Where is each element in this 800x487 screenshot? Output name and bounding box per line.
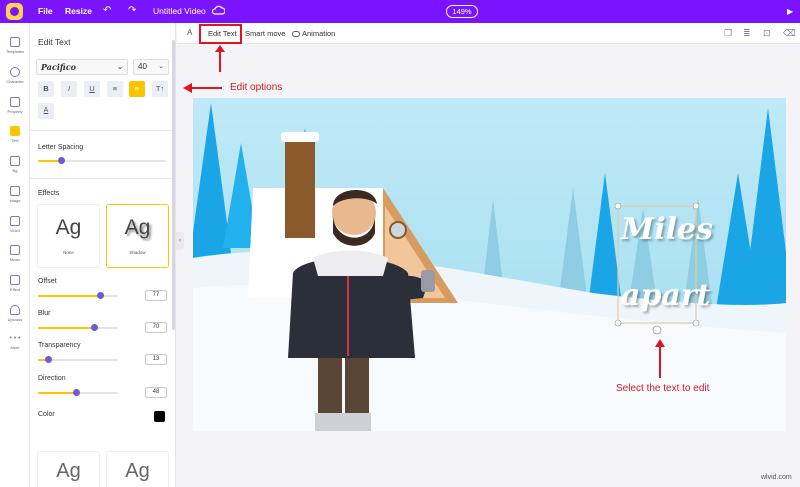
element-toolbar: A Edit Text Smart move Animation ❐ ≣ ⊡ ⌫ [177,23,800,44]
canvas-text-line-1[interactable]: Miles [621,212,713,247]
edit-options-annotation: Edit options [230,82,283,93]
slider-knob[interactable] [45,356,53,363]
text-case-button[interactable]: T↑ [152,81,168,97]
slider-fill [38,295,100,297]
animation-icon [292,31,300,38]
align-center-button[interactable]: ≡ [129,81,145,97]
templates-icon [10,37,20,47]
direction-value[interactable]: 48 [145,387,167,398]
undo-icon[interactable]: ↶ [103,5,111,16]
panel-title: Edit Text [38,37,71,47]
slider-fill [38,392,77,394]
chevron-down-icon: ⌄ [117,62,123,71]
iconbar-bg[interactable]: Bg [0,156,30,173]
iconbar-text[interactable]: Text [0,126,30,143]
text-icon [10,126,20,136]
effect-shadow-card[interactable]: Ag Shadow [106,204,169,268]
property-icon [10,97,20,107]
left-icon-bar: Templates Character Property Text Bg Ima… [0,23,30,487]
shadow-color-swatch[interactable] [154,411,165,422]
iconbar-more[interactable]: • • • More [0,335,30,350]
iconbar-property[interactable]: Property [0,97,30,114]
chevron-down-icon: ⌄ [158,63,164,70]
video-icon [10,216,20,226]
blur-label: Blur [38,310,51,317]
character-icon [10,67,20,77]
effect-icon [10,275,20,285]
app-logo-icon[interactable] [6,3,23,20]
italic-button[interactable]: I [61,81,77,97]
color-label: Color [38,411,55,418]
divider [30,130,175,131]
more-icon: • • • [9,335,21,342]
background-icon [10,156,20,166]
underline-button[interactable]: U [84,81,100,97]
transparency-slider[interactable] [38,356,118,363]
copy-icon[interactable]: ❐ [724,28,732,39]
slider-knob[interactable] [91,324,98,331]
animation-button[interactable]: Animation [292,29,335,38]
effects-label: Effects [38,190,60,197]
slider-knob[interactable] [73,389,81,396]
divider [30,178,175,179]
layers-icon[interactable]: ≣ [743,28,751,39]
file-menu[interactable]: File [38,6,53,16]
font-family-select[interactable]: Pacifico ⌄ [36,59,128,75]
text-preset-card[interactable]: Ag [37,451,100,487]
slider-knob[interactable] [58,157,66,164]
blur-value[interactable]: 70 [145,322,167,333]
edit-text-panel: Edit Text Pacifico ⌄ 40 ⌄ B I U ≡ ≡ T↑ A… [30,23,176,487]
delete-icon[interactable]: ⌫ [783,28,796,39]
iconbar-uploads[interactable]: Uploads [0,305,30,322]
direction-label: Direction [38,375,66,382]
direction-slider[interactable] [38,389,118,396]
select-text-annotation: Select the text to edit [616,383,710,394]
resize-menu[interactable]: Resize [65,6,92,16]
image-icon [10,186,20,196]
iconbar-character[interactable]: Character [0,67,30,84]
zoom-level[interactable]: 149% [446,5,478,18]
music-icon [10,245,20,255]
text-color-button[interactable]: A [38,103,54,119]
offset-label: Offset [38,278,57,285]
winter-scene-illustration [193,98,786,431]
transparency-label: Transparency [38,342,81,349]
video-title[interactable]: Untitled Video [153,6,206,16]
iconbar-image[interactable]: Image [0,186,30,203]
iconbar-video[interactable]: Video [0,216,30,233]
cloud-sync-icon [212,5,225,15]
offset-slider[interactable] [38,292,118,299]
preview-play-icon[interactable]: ▶ [787,7,793,16]
transparency-value[interactable]: 13 [145,354,167,365]
video-canvas[interactable]: Miles apart [193,98,786,431]
smart-move-button[interactable]: Smart move [245,29,285,38]
slider-knob[interactable] [96,292,104,299]
font-size-select[interactable]: 40 ⌄ [133,59,169,75]
edit-text-highlight-box [199,24,242,44]
lock-icon[interactable]: ⊡ [763,28,771,39]
blur-slider[interactable] [38,324,118,331]
text-type-icon[interactable]: A [187,28,192,37]
bold-button[interactable]: B [38,81,54,97]
uploads-icon [10,305,20,315]
letter-spacing-slider[interactable] [38,157,166,164]
letter-spacing-label: Letter Spacing [38,144,84,151]
watermark: wlvid.com [761,474,792,481]
effect-none-card[interactable]: Ag None [37,204,100,268]
canvas-text-line-2[interactable]: apart [621,278,711,313]
text-preset-card[interactable]: Ag [106,451,169,487]
redo-icon[interactable]: ↷ [128,5,136,16]
iconbar-effect[interactable]: Effect [0,275,30,292]
iconbar-music[interactable]: Music [0,245,30,262]
iconbar-templates[interactable]: Templates [0,37,30,54]
panel-scrollbar[interactable] [172,40,175,330]
list-button[interactable]: ≡ [107,81,123,97]
slider-fill [38,327,94,329]
top-bar: File Resize ↶ ↷ Untitled Video 149% ▶ [0,0,800,23]
offset-value[interactable]: 77 [145,290,167,301]
collapse-panel-icon[interactable]: ‹ [176,232,184,250]
